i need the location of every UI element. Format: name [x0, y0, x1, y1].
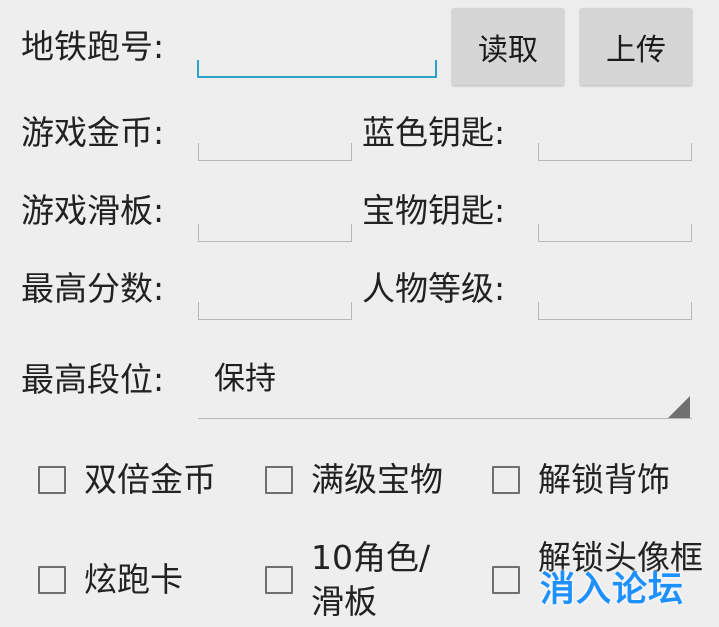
ten-characters-checkbox[interactable] — [265, 566, 293, 594]
character-level-input[interactable] — [538, 302, 692, 320]
ten-characters-label: 10角色/滑板 — [311, 538, 431, 621]
double-coins-label: 双倍金币 — [84, 460, 216, 499]
hoverboards-input[interactable] — [198, 224, 352, 242]
max-treasures-label: 满级宝物 — [311, 460, 443, 499]
hoverboards-label: 游戏滑板: — [21, 191, 165, 230]
game-coins-input[interactable] — [198, 143, 352, 161]
dropdown-arrow-icon — [668, 396, 690, 418]
unlock-avatar-frame-checkbox[interactable] — [492, 566, 520, 594]
blue-keys-input[interactable] — [538, 143, 692, 161]
double-coins-checkbox[interactable] — [38, 466, 66, 494]
unlock-backpack-label: 解锁背饰 — [538, 460, 670, 499]
high-score-label: 最高分数: — [21, 269, 165, 308]
treasure-keys-label: 宝物钥匙: — [362, 191, 506, 230]
forum-watermark: 消入论坛 — [540, 570, 685, 610]
flash-run-card-label: 炫跑卡 — [84, 560, 183, 599]
read-button[interactable]: 读取 — [452, 8, 564, 85]
upload-button[interactable]: 上传 — [580, 8, 692, 85]
subway-id-input[interactable] — [197, 60, 437, 78]
unlock-backpack-checkbox[interactable] — [492, 466, 520, 494]
blue-keys-label: 蓝色钥匙: — [362, 113, 506, 152]
subway-id-label: 地铁跑号: — [21, 27, 165, 66]
highest-rank-label: 最高段位: — [21, 360, 165, 399]
character-level-label: 人物等级: — [362, 269, 506, 308]
game-coins-label: 游戏金币: — [21, 113, 165, 152]
highest-rank-dropdown[interactable]: 保持 — [198, 350, 692, 420]
dropdown-underline — [198, 418, 692, 419]
flash-run-card-checkbox[interactable] — [38, 566, 66, 594]
treasure-keys-input[interactable] — [538, 224, 692, 242]
max-treasures-checkbox[interactable] — [265, 466, 293, 494]
high-score-input[interactable] — [198, 302, 352, 320]
highest-rank-selected: 保持 — [214, 361, 276, 397]
